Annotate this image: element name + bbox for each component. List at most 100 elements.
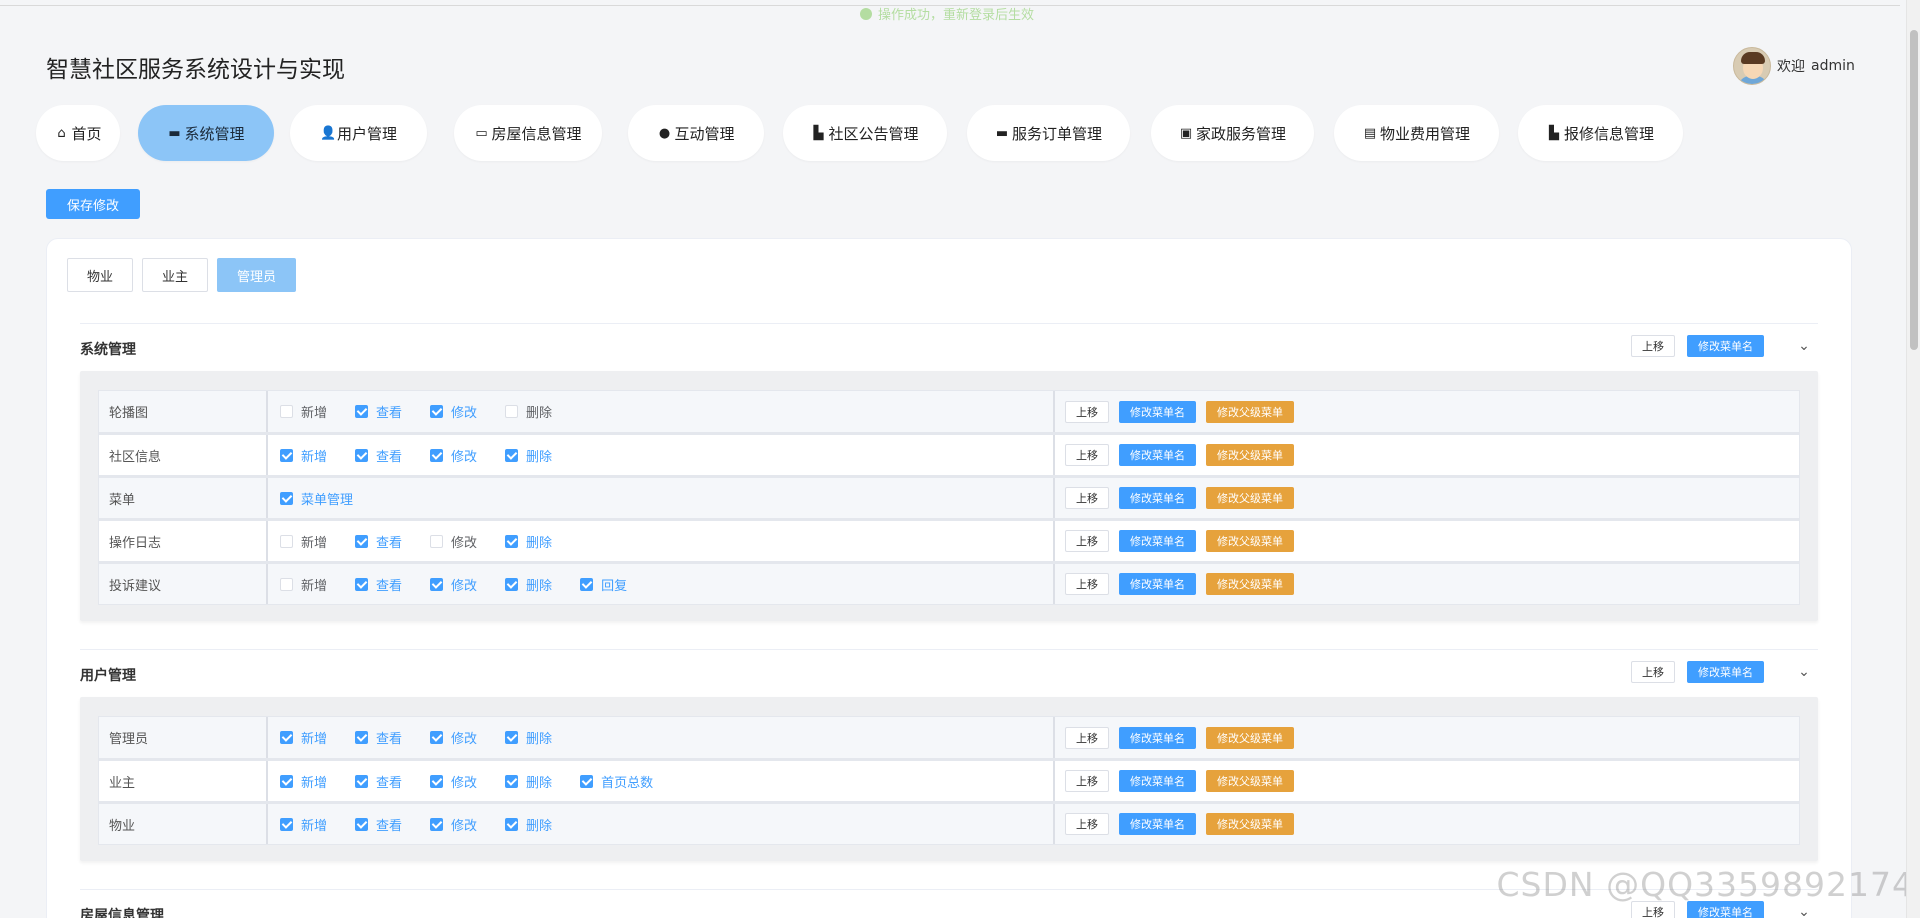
permission-checkbox[interactable]: 修改 [430, 402, 477, 421]
checkbox-checked-icon[interactable] [355, 405, 369, 418]
permission-checkbox[interactable]: 新增 [280, 772, 327, 791]
rename-menu-button[interactable]: 修改菜单名 [1687, 661, 1764, 683]
change-parent-button[interactable]: 修改父级菜单 [1206, 813, 1294, 835]
checkbox-checked-icon[interactable] [355, 577, 369, 591]
permission-checkbox[interactable]: 修改 [430, 772, 477, 791]
change-parent-button[interactable]: 修改父级菜单 [1206, 770, 1294, 792]
nav-item-3[interactable]: ▭ 房屋信息管理 [454, 105, 602, 161]
move-up-button[interactable]: 上移 [1065, 770, 1109, 792]
change-parent-button[interactable]: 修改父级菜单 [1206, 444, 1294, 466]
change-parent-button[interactable]: 修改父级菜单 [1206, 487, 1294, 509]
checkbox-checked-icon[interactable] [280, 731, 293, 744]
chevron-down-icon[interactable]: ⌄ [1794, 664, 1814, 680]
checkbox-checked-icon[interactable] [430, 731, 444, 744]
change-parent-button[interactable]: 修改父级菜单 [1206, 530, 1294, 552]
nav-item-1[interactable]: ▬ 系统管理 [138, 105, 274, 161]
checkbox-checked-icon[interactable] [355, 731, 369, 744]
role-tab-1[interactable]: 业主 [142, 258, 209, 292]
permission-checkbox[interactable]: 查看 [355, 402, 402, 421]
permission-checkbox[interactable]: 修改 [430, 575, 477, 594]
permission-checkbox[interactable]: 删除 [505, 772, 552, 791]
checkbox-checked-icon[interactable] [430, 405, 444, 418]
save-button[interactable]: 保存修改 [46, 189, 140, 219]
rename-menu-button[interactable]: 修改菜单名 [1119, 573, 1196, 595]
permission-checkbox[interactable]: 菜单管理 [280, 489, 353, 508]
checkbox-checked-icon[interactable] [355, 817, 369, 831]
checkbox-checked-icon[interactable] [580, 577, 594, 591]
nav-item-6[interactable]: ▬ 服务订单管理 [967, 105, 1130, 161]
permission-checkbox[interactable]: 删除 [505, 815, 552, 834]
checkbox-empty-icon[interactable] [430, 534, 444, 548]
nav-item-0[interactable]: ⌂ 首页 [36, 105, 120, 161]
checkbox-empty-icon[interactable] [505, 405, 519, 418]
checkbox-empty-icon[interactable] [280, 534, 293, 548]
permission-checkbox[interactable]: 首页总数 [580, 772, 653, 791]
nav-item-4[interactable]: ● 互动管理 [628, 105, 764, 161]
nav-item-2[interactable]: 👤 用户管理 [290, 105, 427, 161]
rename-menu-button[interactable]: 修改菜单名 [1119, 444, 1196, 466]
role-tab-0[interactable]: 物业 [67, 258, 134, 292]
permission-checkbox[interactable]: 新增 [280, 446, 327, 465]
rename-menu-button[interactable]: 修改菜单名 [1119, 813, 1196, 835]
nav-item-9[interactable]: ▙ 报修信息管理 [1518, 105, 1683, 161]
checkbox-checked-icon[interactable] [505, 774, 519, 788]
permission-checkbox[interactable]: 新增 [280, 575, 327, 594]
permission-checkbox[interactable]: 查看 [355, 575, 402, 594]
change-parent-button[interactable]: 修改父级菜单 [1206, 573, 1294, 595]
checkbox-checked-icon[interactable] [355, 774, 369, 788]
checkbox-checked-icon[interactable] [430, 448, 444, 462]
avatar[interactable] [1733, 47, 1771, 85]
permission-checkbox[interactable]: 删除 [505, 575, 552, 594]
permission-checkbox[interactable]: 查看 [355, 815, 402, 834]
checkbox-checked-icon[interactable] [280, 817, 293, 831]
permission-checkbox[interactable]: 查看 [355, 728, 402, 747]
checkbox-checked-icon[interactable] [505, 534, 519, 548]
checkbox-checked-icon[interactable] [430, 817, 444, 831]
change-parent-button[interactable]: 修改父级菜单 [1206, 726, 1294, 749]
nav-item-5[interactable]: ▙ 社区公告管理 [783, 105, 947, 161]
checkbox-checked-icon[interactable] [430, 577, 444, 591]
checkbox-empty-icon[interactable] [280, 405, 293, 418]
rename-menu-button[interactable]: 修改菜单名 [1119, 726, 1196, 749]
move-up-button[interactable]: 上移 [1631, 661, 1675, 683]
permission-checkbox[interactable]: 修改 [430, 728, 477, 747]
checkbox-checked-icon[interactable] [580, 774, 594, 788]
permission-checkbox[interactable]: 查看 [355, 772, 402, 791]
checkbox-checked-icon[interactable] [505, 731, 519, 744]
scrollbar[interactable] [1906, 0, 1920, 918]
permission-checkbox[interactable]: 删除 [505, 728, 552, 747]
permission-checkbox[interactable]: 查看 [355, 532, 402, 551]
checkbox-checked-icon[interactable] [505, 577, 519, 591]
permission-checkbox[interactable]: 删除 [505, 446, 552, 465]
checkbox-checked-icon[interactable] [280, 774, 293, 788]
checkbox-empty-icon[interactable] [280, 577, 293, 591]
permission-checkbox[interactable]: 查看 [355, 446, 402, 465]
move-up-button[interactable]: 上移 [1065, 530, 1109, 552]
chevron-down-icon[interactable]: ⌄ [1794, 904, 1814, 918]
checkbox-checked-icon[interactable] [505, 448, 519, 462]
checkbox-checked-icon[interactable] [355, 448, 369, 462]
change-parent-button[interactable]: 修改父级菜单 [1206, 400, 1294, 423]
permission-checkbox[interactable]: 回复 [580, 575, 627, 594]
rename-menu-button[interactable]: 修改菜单名 [1687, 335, 1764, 357]
rename-menu-button[interactable]: 修改菜单名 [1119, 770, 1196, 792]
move-up-button[interactable]: 上移 [1065, 726, 1109, 749]
move-up-button[interactable]: 上移 [1631, 335, 1675, 357]
chevron-down-icon[interactable]: ⌄ [1794, 338, 1814, 354]
move-up-button[interactable]: 上移 [1065, 813, 1109, 835]
move-up-button[interactable]: 上移 [1065, 444, 1109, 466]
checkbox-checked-icon[interactable] [430, 774, 444, 788]
rename-menu-button[interactable]: 修改菜单名 [1119, 487, 1196, 509]
move-up-button[interactable]: 上移 [1065, 400, 1109, 423]
permission-checkbox[interactable]: 修改 [430, 815, 477, 834]
permission-checkbox[interactable]: 新增 [280, 532, 327, 551]
nav-item-7[interactable]: ▣ 家政服务管理 [1151, 105, 1314, 161]
permission-checkbox[interactable]: 修改 [430, 532, 477, 551]
user-menu[interactable]: 欢迎 admin [1733, 47, 1855, 85]
move-up-button[interactable]: 上移 [1065, 573, 1109, 595]
permission-checkbox[interactable]: 修改 [430, 446, 477, 465]
checkbox-checked-icon[interactable] [355, 534, 369, 548]
permission-checkbox[interactable]: 新增 [280, 815, 327, 834]
permission-checkbox[interactable]: 删除 [505, 532, 552, 551]
checkbox-checked-icon[interactable] [505, 817, 519, 831]
